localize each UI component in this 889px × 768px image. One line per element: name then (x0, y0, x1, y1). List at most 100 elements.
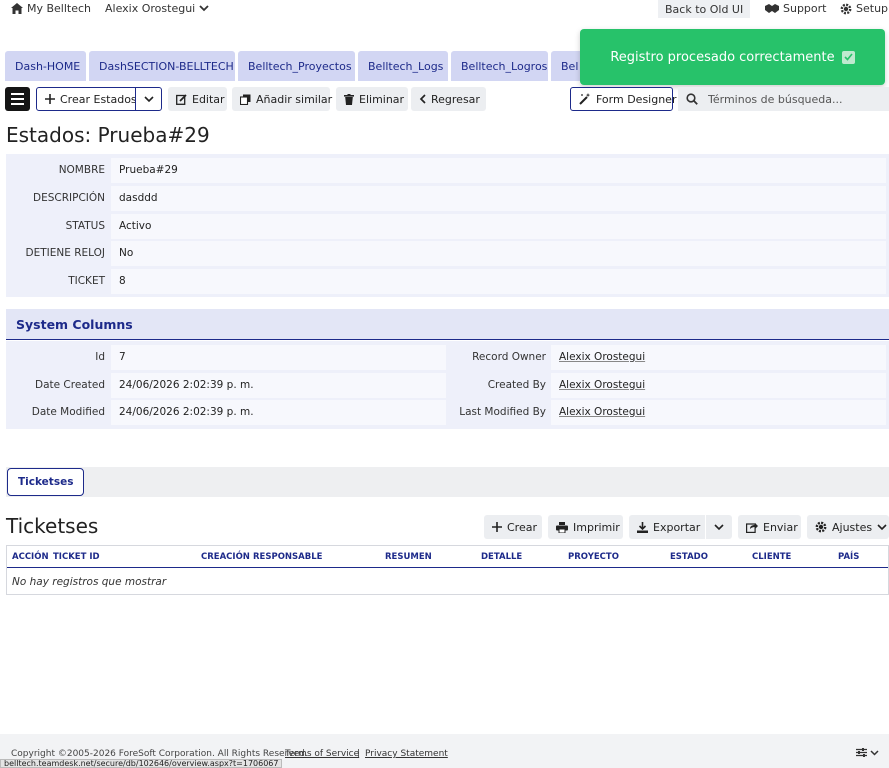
export-dropdown-button[interactable] (706, 515, 732, 539)
last-modified-by-link[interactable]: Alexix Orostegui (559, 406, 645, 418)
back-button[interactable]: Regresar (411, 87, 486, 111)
share-icon (746, 522, 758, 533)
tab-dash-home[interactable]: Dash-HOME (5, 51, 86, 81)
support-link[interactable]: Support (765, 2, 826, 15)
create-estados-label: Crear Estados (60, 92, 137, 106)
column-header-detalle[interactable]: DETALLE (481, 552, 522, 562)
system-label: Date Modified (31, 406, 105, 418)
record-details-panel: NOMBRE Prueba#29 DESCRIPCIÓN dasddd STAT… (6, 154, 889, 297)
column-header-cliente[interactable]: CLIENTE (752, 552, 791, 562)
field-row: DESCRIPCIÓN dasddd (6, 185, 889, 211)
setup-link[interactable]: Setup (840, 2, 888, 15)
column-header-proyecto[interactable]: PROYECTO (568, 552, 619, 562)
field-value: Activo (111, 213, 886, 239)
add-similar-button[interactable]: Añadir similar (232, 87, 333, 111)
terms-link[interactable]: Terms of Service (285, 749, 359, 759)
send-label: Enviar (763, 520, 798, 534)
footer-settings-toggle[interactable] (856, 748, 879, 757)
field-value: dasddd (111, 185, 886, 211)
printer-icon (556, 521, 568, 533)
system-value: 24/06/2026 2:02:39 p. m. (111, 372, 446, 398)
field-label: STATUS (65, 220, 105, 232)
ticketses-title: Ticketses (6, 514, 99, 538)
related-tabs-bar: Ticketses (6, 467, 889, 497)
sliders-icon (856, 748, 867, 757)
system-label: Date Created (35, 379, 105, 391)
system-value: 24/06/2026 2:02:39 p. m. (111, 399, 446, 425)
edit-label: Editar (192, 92, 225, 106)
table-header: ACCIÓN TICKET ID CREACIÓN RESPONSABLE RE… (7, 546, 888, 568)
system-row: Date Created 24/06/2026 2:02:39 p. m. Cr… (6, 372, 889, 398)
column-header-responsable[interactable]: RESPONSABLE (253, 552, 322, 562)
search-input[interactable] (708, 92, 878, 106)
privacy-link[interactable]: Privacy Statement (365, 749, 448, 759)
create-estados-button[interactable]: Crear Estados (36, 87, 137, 111)
field-label: DESCRIPCIÓN (33, 192, 105, 204)
back-to-old-ui-button[interactable]: Back to Old UI (658, 0, 751, 18)
export-label: Exportar (653, 520, 701, 534)
print-button[interactable]: Imprimir (548, 515, 623, 539)
column-header-accion[interactable]: ACCIÓN (12, 552, 49, 562)
system-value: Alexix Orostegui (551, 399, 886, 425)
column-header-resumen[interactable]: RESUMEN (385, 552, 432, 562)
edit-button[interactable]: Editar (168, 87, 227, 111)
created-by-link[interactable]: Alexix Orostegui (559, 379, 645, 391)
app-tabs: Dash-HOME DashSECTION-BELLTECH Belltech_… (5, 51, 591, 81)
tab-belltech-logs[interactable]: Belltech_Logs (358, 51, 448, 81)
chevron-down-icon (143, 95, 154, 103)
edit-icon (176, 93, 187, 105)
send-button[interactable]: Enviar (738, 515, 801, 539)
tab-dashsection-belltech[interactable]: DashSECTION-BELLTECH (89, 51, 235, 81)
magic-wand-icon (579, 93, 591, 105)
create-dropdown-button[interactable] (135, 87, 162, 111)
tab-ticketses[interactable]: Ticketses (7, 468, 85, 496)
check-icon (841, 50, 855, 64)
field-label: NOMBRE (58, 164, 105, 176)
tab-belltech-logros[interactable]: Belltech_Logros (451, 51, 548, 81)
system-columns-header[interactable]: System Columns (6, 309, 889, 340)
field-row: DETIENE RELOJ No (6, 240, 889, 266)
user-menu[interactable]: Alexix Orostegui (105, 2, 209, 15)
tab-belltech-proyectos[interactable]: Belltech_Proyectos (238, 51, 355, 81)
column-header-estado[interactable]: ESTADO (670, 552, 708, 562)
form-designer-label: Form Designer (596, 92, 677, 106)
ticketses-create-label: Crear (507, 520, 537, 534)
field-label: DETIENE RELOJ (25, 247, 105, 259)
ticketses-table: ACCIÓN TICKET ID CREACIÓN RESPONSABLE RE… (6, 545, 889, 595)
add-similar-label: Añadir similar (256, 92, 333, 106)
search-icon (686, 93, 698, 105)
gear-icon (840, 3, 852, 15)
home-link[interactable]: My Belltech (11, 2, 91, 15)
record-toolbar: Crear Estados Editar Añadir similar Elim… (5, 87, 889, 111)
system-value: Alexix Orostegui (551, 344, 886, 370)
setup-label: Setup (856, 2, 889, 15)
field-row: STATUS Activo (6, 213, 889, 239)
ticketses-create-button[interactable]: Crear (484, 515, 542, 539)
record-owner-link[interactable]: Alexix Orostegui (559, 351, 645, 363)
system-row: Id 7 Record Owner Alexix Orostegui (6, 344, 889, 370)
settings-button[interactable]: Ajustes (807, 515, 889, 539)
chevron-down-icon (714, 523, 724, 531)
toast-message: Registro procesado correctamente (610, 49, 835, 65)
system-label: Id (95, 351, 105, 363)
empty-state-message: No hay registros que mostrar (12, 576, 167, 588)
column-header-creacion[interactable]: CREACIÓN (201, 552, 250, 562)
top-bar: My Belltech Alexix Orostegui Back to Old… (0, 0, 889, 18)
print-label: Imprimir (573, 520, 620, 534)
user-name: Alexix Orostegui (105, 2, 196, 15)
home-label: My Belltech (27, 2, 92, 15)
delete-button[interactable]: Eliminar (336, 87, 408, 111)
handshake-icon (765, 3, 779, 14)
chevron-down-icon (870, 749, 879, 756)
form-designer-button[interactable]: Form Designer (570, 87, 677, 111)
hamburger-menu-button[interactable] (5, 87, 30, 111)
column-header-pais[interactable]: PAÍS (838, 552, 859, 562)
export-button[interactable]: Exportar (629, 515, 705, 539)
footer-separator: | (357, 749, 361, 759)
system-label: Record Owner (472, 351, 546, 363)
field-value: 8 (111, 268, 886, 294)
settings-label: Ajustes (832, 520, 873, 534)
column-header-ticket-id[interactable]: TICKET ID (53, 552, 100, 562)
copy-icon (240, 94, 251, 105)
gear-icon (815, 521, 827, 533)
